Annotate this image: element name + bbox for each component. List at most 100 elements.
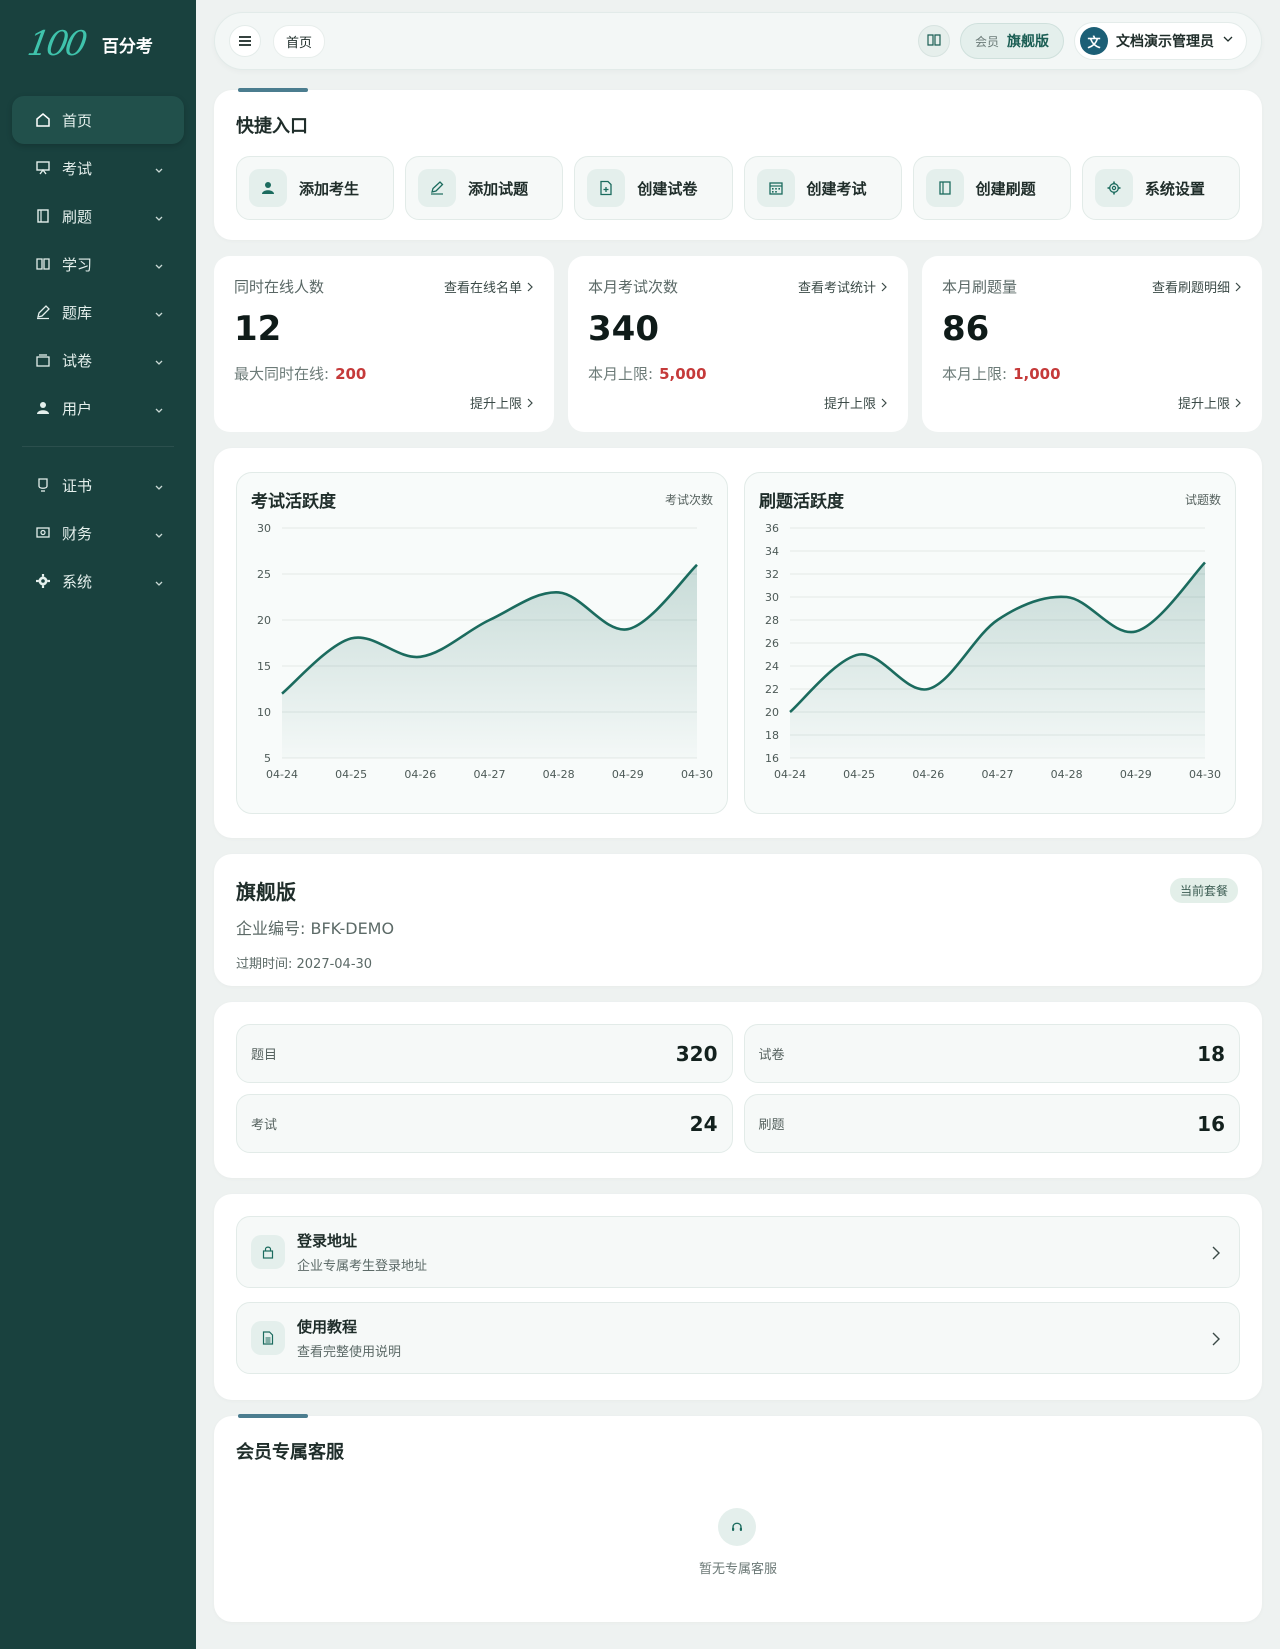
view-online-list-link[interactable]: 查看在线名单 (444, 277, 534, 296)
expire-date: 过期时间: 2027-04-30 (236, 957, 373, 972)
quick-create-exam[interactable]: 创建考试 (743, 156, 902, 220)
home-icon (34, 111, 52, 129)
breadcrumb[interactable]: 首页 (273, 24, 326, 58)
quick-entry-title: 快捷入口 (236, 116, 308, 137)
sidebar-item-system[interactable]: 系统 (12, 557, 184, 605)
quick-create-paper[interactable]: 创建试卷 (574, 156, 733, 220)
membership-badge[interactable]: 会员 旗舰版 (959, 23, 1064, 59)
x-tick-label: 04-26 (912, 768, 944, 781)
raise-limit-link[interactable]: 提升上限 (1178, 393, 1242, 412)
y-tick-label: 34 (765, 545, 779, 558)
link-title: 使用教程 (297, 1318, 358, 1336)
sidebar-item-label: 刷题 (62, 207, 93, 226)
sidebar-item-users[interactable]: 用户 (12, 384, 184, 432)
quick-item-label: 创建试卷 (637, 179, 698, 198)
brand-name: 百分考 (101, 36, 153, 57)
count-practice[interactable]: 刷题 16 (743, 1094, 1240, 1153)
x-tick-label: 04-25 (335, 768, 367, 781)
book-open-icon (927, 32, 941, 51)
raise-limit-link[interactable]: 提升上限 (470, 393, 534, 412)
quick-item-label: 系统设置 (1144, 179, 1205, 198)
quick-system-settings[interactable]: 系统设置 (1081, 156, 1240, 220)
count-label: 刷题 (758, 1118, 785, 1133)
x-tick-label: 04-30 (681, 768, 713, 781)
brand-logo[interactable]: 100 百分考 (0, 0, 196, 88)
sidebar-item-finance[interactable]: 财务 (12, 509, 184, 557)
link-subtitle: 企业专属考生登录地址 (297, 1259, 428, 1274)
quick-add-student[interactable]: 添加考生 (236, 156, 395, 220)
service-title: 会员专属客服 (236, 1442, 344, 1463)
main-content: 首页 会员 旗舰版 文 文档演示管理员 快捷入口 添加考生 添加试题 创建试卷 … (196, 0, 1280, 1649)
stat-card-practice: 本月刷题量 查看刷题明细 86 本月上限: 1,000 提升上限 (922, 256, 1262, 432)
member-service-card: 会员专属客服 暂无专属客服 (214, 1414, 1262, 1622)
quick-create-practice[interactable]: 创建刷题 (912, 156, 1071, 220)
menu-toggle-button[interactable] (229, 25, 261, 57)
gear-icon (34, 572, 52, 590)
count-questions[interactable]: 题目 320 (236, 1024, 733, 1083)
sidebar-item-study[interactable]: 学习 (12, 240, 184, 288)
count-label: 考试 (251, 1118, 278, 1133)
papers-icon (34, 351, 52, 369)
stat-limit: 本月上限: 1,000 (942, 365, 1061, 383)
sidebar: 100 百分考 首页 考试 刷题 学习 题库 试卷 用户 证书 财务 系统 (0, 0, 196, 1649)
docs-button[interactable] (917, 25, 950, 57)
logo-mark: 100 (24, 24, 88, 64)
sidebar-item-label: 财务 (62, 524, 93, 543)
notebook-icon (925, 169, 964, 207)
stat-label: 同时在线人数 (234, 278, 325, 296)
chevron-down-icon (154, 210, 164, 228)
x-tick-label: 04-25 (843, 768, 875, 781)
certificate-icon (34, 476, 52, 494)
sidebar-item-question-bank[interactable]: 题库 (12, 288, 184, 336)
login-address-link[interactable]: 登录地址 企业专属考生登录地址 (236, 1216, 1240, 1288)
user-menu[interactable]: 文 文档演示管理员 (1074, 22, 1247, 60)
chevron-right-icon (1235, 282, 1241, 291)
y-tick-label: 30 (765, 591, 779, 604)
sidebar-item-home[interactable]: 首页 (12, 96, 184, 144)
view-exam-stats-link[interactable]: 查看考试统计 (798, 277, 888, 296)
series-area (282, 564, 697, 758)
count-value: 320 (675, 1041, 718, 1066)
count-label: 题目 (251, 1048, 278, 1063)
chevron-down-icon (154, 162, 164, 180)
sidebar-item-certificate[interactable]: 证书 (12, 461, 184, 509)
link-title: 登录地址 (297, 1232, 358, 1250)
stat-card-online: 同时在线人数 查看在线名单 12 最大同时在线: 200 提升上限 (214, 256, 554, 432)
sidebar-item-label: 证书 (62, 476, 93, 495)
link-subtitle: 查看完整使用说明 (297, 1345, 402, 1360)
count-value: 16 (1197, 1111, 1225, 1136)
chevron-down-icon (154, 306, 164, 324)
chevron-down-icon (154, 258, 164, 276)
user-icon (34, 399, 52, 417)
quick-item-label: 添加考生 (299, 179, 360, 198)
pen-icon (418, 169, 457, 207)
quick-add-question[interactable]: 添加试题 (405, 156, 564, 220)
accent-bar (238, 1414, 308, 1418)
nav-divider (22, 446, 174, 447)
raise-limit-link[interactable]: 提升上限 (824, 393, 888, 412)
sidebar-item-papers[interactable]: 试卷 (12, 336, 184, 384)
chevron-down-icon (154, 479, 164, 497)
count-value: 24 (689, 1111, 718, 1136)
count-papers[interactable]: 试卷 18 (743, 1024, 1240, 1083)
y-tick-label: 18 (765, 729, 779, 742)
sidebar-item-exam[interactable]: 考试 (12, 144, 184, 192)
x-tick-label: 04-27 (474, 768, 506, 781)
sidebar-item-label: 试卷 (62, 351, 93, 370)
chevron-down-icon (154, 354, 164, 372)
quick-entry-card: 快捷入口 添加考生 添加试题 创建试卷 创建考试 创建刷题 系统设置 (214, 88, 1262, 240)
sidebar-item-practice[interactable]: 刷题 (12, 192, 184, 240)
x-tick-label: 04-24 (266, 768, 298, 781)
links-card: 登录地址 企业专属考生登录地址 使用教程 查看完整使用说明 (214, 1194, 1262, 1400)
view-practice-detail-link[interactable]: 查看刷题明细 (1152, 277, 1242, 296)
topbar-right: 会员 旗舰版 文 文档演示管理员 (917, 22, 1247, 60)
lock-icon (251, 1235, 285, 1269)
count-exams[interactable]: 考试 24 (236, 1094, 733, 1153)
sidebar-item-label: 题库 (62, 303, 93, 322)
exam-activity-plot: 5 10 15 20 25 30 04-24 04-25 04-26 04-27 04-28 04-2… (257, 522, 713, 781)
tutorial-link[interactable]: 使用教程 查看完整使用说明 (236, 1302, 1240, 1374)
sidebar-item-label: 首页 (62, 111, 93, 130)
y-tick-label: 25 (257, 568, 271, 581)
y-tick-label: 28 (765, 614, 779, 627)
document-icon (251, 1321, 285, 1355)
